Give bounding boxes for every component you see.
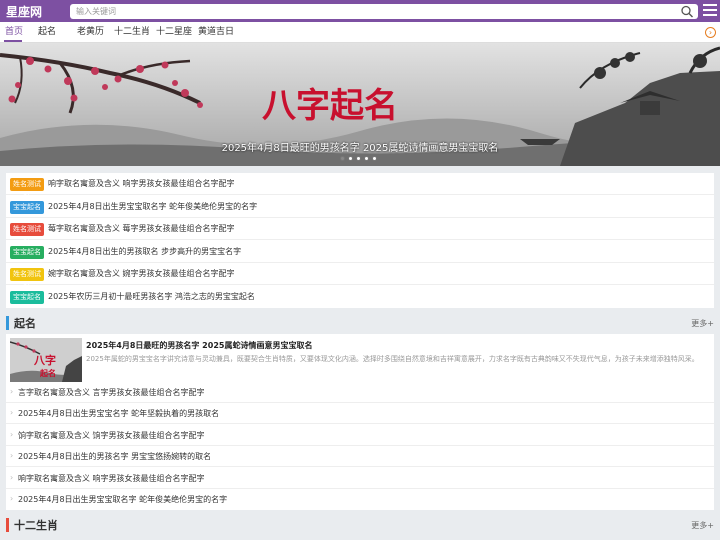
section-body-naming: 八字 起名 2025年4月8日最旺的男孩名字 2025属蛇诗情画意男宝宝取名 2… bbox=[6, 334, 714, 510]
svg-text:起名: 起名 bbox=[39, 368, 56, 378]
more-link[interactable]: 更多+ bbox=[691, 318, 714, 329]
search-input[interactable]: 输入关键词 bbox=[76, 5, 116, 18]
article-link[interactable]: 饷字取名寓意及含义 饷字男孩女孩最佳组合名字配字 bbox=[18, 430, 205, 442]
article-link[interactable]: 言字取名寓意及含义 言字男孩女孩最佳组合名字配字 bbox=[18, 387, 205, 399]
section-header-naming: 起名 更多+ bbox=[6, 312, 714, 334]
feature-description: 2025年属蛇的男宝宝名字讲究诗意与灵动兼具，既要契合生肖特质，又要体现文化内涵… bbox=[86, 355, 699, 363]
list-item[interactable]: › 饷字取名寓意及含义 饷字男孩女孩最佳组合名字配字 bbox=[6, 425, 714, 446]
carousel-dot-3[interactable] bbox=[356, 156, 361, 161]
top-header: 星座网 输入关键词 bbox=[0, 0, 720, 22]
carousel-dot-5[interactable] bbox=[372, 156, 377, 161]
search-box[interactable]: 输入关键词 bbox=[70, 4, 698, 19]
list-item[interactable]: 姓名测试打 莓字取名寓意及含义 莓字男孩女孩最佳组合名字配字 bbox=[6, 218, 714, 246]
article-link[interactable]: 2025年4月8日出生的男孩名字 男宝宝悠扬婉转的取名 bbox=[18, 451, 211, 463]
more-link[interactable]: 更多+ bbox=[691, 520, 714, 531]
category-tag[interactable]: 宝宝起名 bbox=[10, 291, 44, 304]
banner-calligraphy: 八字起名 bbox=[262, 86, 398, 126]
nav-item-naming[interactable]: 起名 bbox=[38, 26, 56, 38]
category-tag[interactable]: 姓名测试打 bbox=[10, 178, 44, 201]
nav-item-home[interactable]: 首页 bbox=[5, 26, 23, 38]
list-item[interactable]: › 2025年4月8日出生男宝宝名字 蛇年坚毅执着的男孩取名 bbox=[6, 403, 714, 424]
featured-article-list: 姓名测试打 响字取名寓意及含义 响字男孩女孩最佳组合名字配字 宝宝起名 2025… bbox=[6, 173, 714, 308]
menu-icon[interactable] bbox=[703, 4, 717, 18]
list-item[interactable]: › 言字取名寓意及含义 言字男孩女孩最佳组合名字配字 bbox=[6, 382, 714, 403]
article-link[interactable]: 响字取名寓意及含义 响字男孩女孩最佳组合名字配字 bbox=[18, 473, 205, 485]
chevron-right-icon: › bbox=[10, 387, 14, 396]
category-tag[interactable]: 宝宝起名 bbox=[10, 246, 44, 259]
category-tag[interactable]: 姓名测试打 bbox=[10, 268, 44, 291]
list-item[interactable]: › 2025年4月8日出生的男孩名字 男宝宝悠扬婉转的取名 bbox=[6, 446, 714, 467]
feature-title[interactable]: 2025年4月8日最旺的男孩名字 2025属蛇诗情画意男宝宝取名 bbox=[86, 340, 312, 351]
nav-item-constellations[interactable]: 十二星座 bbox=[156, 26, 192, 38]
carousel-dot-4[interactable] bbox=[364, 156, 369, 161]
nav-active-underline bbox=[4, 40, 22, 42]
category-tag[interactable]: 宝宝起名 bbox=[10, 201, 44, 214]
banner-caption[interactable]: 2025年4月8日最旺的男孩名字 2025属蛇诗情画意男宝宝取名 bbox=[0, 139, 720, 154]
article-link[interactable]: 2025年4月8日出生男宝宝名字 蛇年坚毅执着的男孩取名 bbox=[18, 408, 219, 420]
article-title[interactable]: 婉字取名寓意及含义 婉字男孩女孩最佳组合名字配字 bbox=[48, 268, 235, 280]
chevron-right-icon: › bbox=[10, 408, 14, 417]
search-icon[interactable] bbox=[680, 5, 694, 18]
article-title[interactable]: 2025年农历三月初十最旺男孩名字 鸿浩之志的男宝宝起名 bbox=[48, 291, 255, 303]
chevron-right-icon: › bbox=[10, 473, 14, 482]
banner-carousel[interactable]: 八字起名 2025年4月8日最旺的男孩名字 2025属蛇诗情画意男宝宝取名 bbox=[0, 43, 720, 166]
list-item[interactable]: › 2025年4月8日出生男宝宝取名字 蛇年俊美绝伦男宝的名字 bbox=[6, 489, 714, 510]
nav-item-auspicious-days[interactable]: 黄道吉日 bbox=[198, 26, 234, 38]
section-title[interactable]: 起名 bbox=[14, 315, 36, 331]
nav-more-arrow-icon[interactable]: › bbox=[705, 27, 716, 38]
list-item[interactable]: 姓名测试打 婉字取名寓意及含义 婉字男孩女孩最佳组合名字配字 bbox=[6, 263, 714, 291]
chevron-right-icon: › bbox=[10, 430, 14, 439]
chevron-right-icon: › bbox=[10, 494, 14, 503]
list-item[interactable]: 宝宝起名 2025年农历三月初十最旺男孩名字 鸿浩之志的男宝宝起名 bbox=[6, 286, 714, 308]
site-logo[interactable]: 星座网 bbox=[6, 3, 42, 20]
list-item[interactable]: › 响字取名寓意及含义 响字男孩女孩最佳组合名字配字 bbox=[6, 468, 714, 489]
chevron-right-icon: › bbox=[10, 451, 14, 460]
section-title[interactable]: 十二生肖 bbox=[14, 517, 58, 533]
section-accent-bar bbox=[6, 518, 9, 532]
list-item[interactable]: 姓名测试打 响字取名寓意及含义 响字男孩女孩最佳组合名字配字 bbox=[6, 173, 714, 201]
section-accent-bar bbox=[6, 316, 9, 330]
article-title[interactable]: 响字取名寓意及含义 响字男孩女孩最佳组合名字配字 bbox=[48, 178, 235, 190]
svg-text:八字: 八字 bbox=[33, 353, 56, 367]
nav-item-zodiac-animals[interactable]: 十二生肖 bbox=[114, 26, 150, 38]
list-item[interactable]: 宝宝起名 2025年4月8日出生男宝宝取名字 蛇年俊美绝伦男宝的名字 bbox=[6, 196, 714, 218]
article-title[interactable]: 莓字取名寓意及含义 莓字男孩女孩最佳组合名字配字 bbox=[48, 223, 235, 235]
article-title[interactable]: 2025年4月8日出生的男孩取名 步步高升的男宝宝名字 bbox=[48, 246, 241, 258]
list-item[interactable]: 宝宝起名 2025年4月8日出生的男孩取名 步步高升的男宝宝名字 bbox=[6, 241, 714, 263]
category-tag[interactable]: 姓名测试打 bbox=[10, 223, 44, 246]
section-header-zodiac: 十二生肖 更多+ bbox=[6, 514, 714, 536]
article-link[interactable]: 2025年4月8日出生男宝宝取名字 蛇年俊美绝伦男宝的名字 bbox=[18, 494, 227, 506]
main-nav: 首页 起名 老黄历 十二生肖 十二星座 黄道吉日 › bbox=[0, 22, 720, 43]
article-title[interactable]: 2025年4月8日出生男宝宝取名字 蛇年俊美绝伦男宝的名字 bbox=[48, 201, 257, 213]
nav-item-almanac[interactable]: 老黄历 bbox=[77, 26, 104, 38]
carousel-dot-1[interactable] bbox=[340, 156, 345, 161]
feature-thumbnail[interactable]: 八字 起名 bbox=[10, 338, 82, 382]
carousel-dot-2[interactable] bbox=[348, 156, 353, 161]
